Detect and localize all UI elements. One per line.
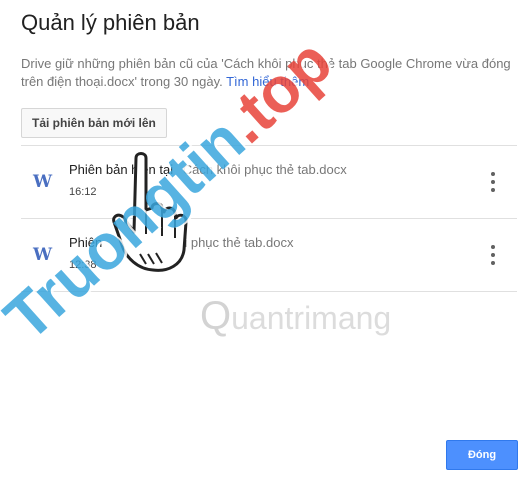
dialog-title: Quản lý phiên bản [21,10,200,35]
upload-new-version-button[interactable]: Tải phiên bản mới lên [21,108,167,138]
version-filename: hôi phục thẻ tab.docx [169,235,294,250]
close-button[interactable]: Đóng [446,440,518,470]
more-options-icon[interactable] [489,172,497,192]
word-doc-icon: W [33,172,53,192]
more-options-icon[interactable] [489,245,497,265]
version-time: 16:12 [69,186,97,198]
watermark-sub-text: uantrimang [231,300,392,336]
quantrimang-watermark: Quantrimang [200,294,392,338]
